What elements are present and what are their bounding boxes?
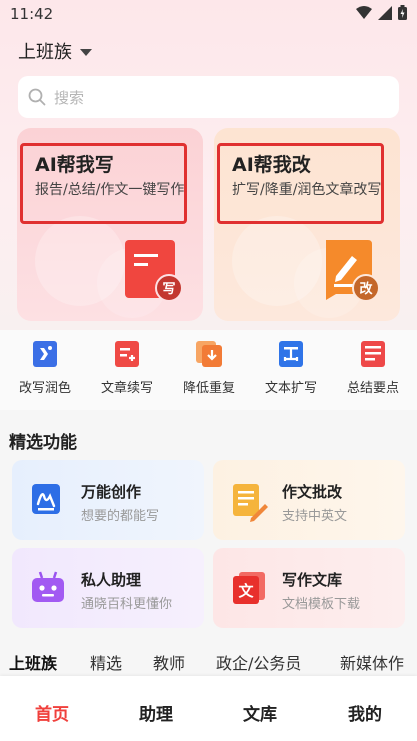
ai-edit-title: AI帮我改 [232,154,311,176]
status-icons [356,5,407,20]
tab-office-worker[interactable]: 上班族 [9,650,57,674]
tab-government[interactable]: 政企/公务员 [216,650,301,674]
ai-write-desc: 报告/总结/作文一键写作 [35,182,185,198]
ai-write-card[interactable]: AI帮我写 报告/总结/作文一键写作 写 [17,128,203,321]
quick-tool-label: 文章续写 [100,381,153,396]
quick-tool-label: 总结要点 [346,381,399,396]
feature-title: 万能创作 [81,483,142,501]
create-icon [32,484,60,514]
nav-library[interactable]: 文库 [220,700,300,725]
category-label: 上班族 [18,42,72,63]
ai-edit-card[interactable]: AI帮我改 扩写/降重/润色文章改写 改 [214,128,400,321]
dedup-icon [196,341,222,367]
battery-icon [398,5,407,20]
feature-card-assistant[interactable]: 私人助理 通晓百科更懂你 [12,548,204,628]
quick-tool-continue[interactable]: 文章续写 [87,340,167,396]
quick-tool-rewrite[interactable]: 改写润色 [5,340,85,396]
nav-assistant[interactable]: 助理 [116,700,196,725]
category-selector[interactable]: 上班族 [18,38,92,64]
tab-teacher[interactable]: 教师 [153,650,185,674]
ai-write-title: AI帮我写 [35,154,114,176]
feature-subtitle: 支持中英文 [282,509,348,524]
nav-home[interactable]: 首页 [12,700,92,725]
feature-subtitle: 文档模板下载 [282,597,361,612]
quick-tool-dedup[interactable]: 降低重复 [169,340,249,396]
wifi-icon [356,5,372,19]
feature-card-grade[interactable]: 作文批改 支持中英文 [213,460,405,540]
write-badge-text: 写 [162,282,175,297]
quick-tool-label: 改写润色 [18,381,71,396]
feature-subtitle: 通晓百科更懂你 [81,597,173,612]
tab-new-media[interactable]: 新媒体作 [340,650,404,674]
category-tabs: 上班族 精选 教师 政企/公务员 新媒体作 [0,646,417,676]
quick-tool-summary[interactable]: 总结要点 [333,340,413,396]
search-input[interactable]: 搜索 [18,76,399,118]
search-placeholder: 搜索 [54,88,85,107]
library-icon: 文 [233,572,265,604]
grade-icon [233,484,268,522]
expand-icon [279,341,303,367]
status-bar: 11:42 [0,0,417,28]
edit-badge-text: 改 [359,281,373,297]
nav-profile[interactable]: 我的 [325,700,405,725]
feature-title: 写作文库 [282,571,343,589]
rewrite-icon [33,341,57,367]
status-time: 11:42 [10,5,54,23]
document-edit-icon: 改 [326,240,378,302]
featured-section-title: 精选功能 [9,433,77,453]
feature-subtitle: 想要的都能写 [81,509,160,524]
continue-icon [115,341,139,367]
tab-featured[interactable]: 精选 [90,650,122,674]
bottom-nav: 首页 助理 文库 我的 [0,676,417,741]
quick-tool-label: 文本扩写 [264,381,317,396]
document-write-icon: 写 [125,240,181,302]
feature-card-library[interactable]: 文 写作文库 文档模板下载 [213,548,405,628]
feature-title: 私人助理 [81,571,142,589]
signal-icon [378,5,392,20]
ai-edit-desc: 扩写/降重/润色文章改写 [232,182,382,198]
chevron-down-icon [80,48,92,56]
svg-text:文: 文 [238,582,254,600]
quick-tool-expand[interactable]: 文本扩写 [251,340,331,396]
robot-icon [32,571,64,602]
quick-tool-label: 降低重复 [182,381,235,396]
feature-card-create[interactable]: 万能创作 想要的都能写 [12,460,204,540]
summary-icon [361,341,385,367]
feature-title: 作文批改 [282,483,343,501]
quick-tools-row: 改写润色 文章续写 降低重复 文本扩写 总结要点 [0,330,417,410]
search-icon [28,88,46,106]
